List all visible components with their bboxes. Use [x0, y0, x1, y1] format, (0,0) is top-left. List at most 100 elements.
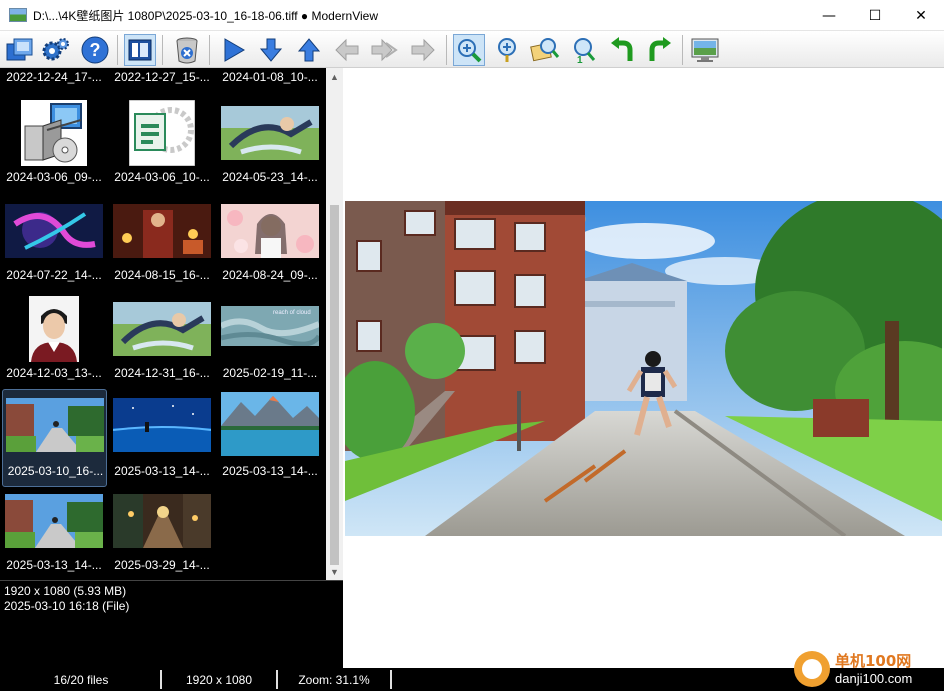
arrow-up-icon: [297, 38, 321, 62]
thumbnail-caption: 2025-02-19_11-...: [222, 366, 318, 380]
street-runner-thumbnail: [5, 398, 104, 452]
thumbnail-item[interactable]: 2024-07-22_14-...: [0, 194, 108, 292]
anime-girl-thumbnail: [113, 302, 211, 356]
svg-text:单机100网: 单机100网: [835, 652, 911, 670]
thumbnail-caption: 2025-03-13_14-...: [222, 464, 318, 478]
thumbnail-scrollbar[interactable]: ▲ ▼: [326, 68, 343, 580]
svg-text:reach of cloud: reach of cloud: [273, 310, 311, 316]
thumbnail-item[interactable]: 2025-03-13_14-...: [0, 488, 108, 580]
thumbnail-caption: 2024-03-06_09-...: [6, 170, 102, 184]
back-button: [331, 34, 363, 66]
thumbnail-item[interactable]: 2024-08-24_09-...: [216, 194, 324, 292]
pastel-girl-thumbnail: [221, 204, 319, 258]
thumbnail-caption: 2025-03-10_16-...: [7, 464, 104, 478]
scroll-down-arrow[interactable]: ▼: [326, 563, 343, 580]
browse-folders-button[interactable]: [4, 34, 36, 66]
zoom-fit-button[interactable]: [453, 34, 485, 66]
scroll-up-arrow[interactable]: ▲: [326, 68, 343, 85]
thumbnail-item[interactable]: 2024-08-15_16-...: [108, 194, 216, 292]
help-button[interactable]: ?: [79, 34, 111, 66]
zoom-options-button[interactable]: [529, 34, 561, 66]
zoom-out-button[interactable]: 1: [567, 34, 599, 66]
app-icon: [9, 8, 27, 22]
play-slideshow-button[interactable]: [217, 34, 249, 66]
image-date: 2025-03-10 16:18 (File): [4, 599, 130, 613]
play-icon: [224, 38, 245, 62]
street-runner-thumbnail: [5, 494, 103, 548]
thumbnail-item[interactable]: 2025-03-13_14-...: [108, 390, 216, 488]
id-photo-thumbnail: [29, 296, 79, 362]
trash-icon: [176, 37, 198, 64]
status-file-count: 16/20 files: [53, 672, 109, 687]
zoom-fit-icon: [458, 39, 482, 63]
toggle-panel-button[interactable]: [124, 34, 156, 66]
close-button[interactable]: ✕: [898, 0, 944, 31]
thumbnail-caption: 2024-01-08_10-...: [222, 70, 318, 84]
thumbnail-item[interactable]: 2024-03-06_10-...: [108, 96, 216, 194]
thumbnail-item[interactable]: 2024-05-23_14-...: [216, 96, 324, 194]
svg-text:danji100.com: danji100.com: [835, 671, 912, 686]
thumbnail-caption: 2024-08-24_09-...: [222, 268, 318, 282]
thumbnail-item[interactable]: 2024-12-03_13-...: [0, 292, 108, 390]
thumbnail-caption: 2024-07-22_14-...: [6, 268, 102, 282]
thumbnail-caption: 2022-12-27_15-...: [114, 70, 210, 84]
installer-icon: [21, 100, 87, 166]
monitor-icon: [691, 38, 719, 62]
mountain-lake-thumbnail: [221, 392, 319, 456]
rotate-left-icon: [611, 37, 633, 61]
zoom-in-icon: [498, 38, 516, 62]
anime-girl-thumbnail: [221, 106, 319, 160]
maximize-button[interactable]: ☐: [852, 0, 898, 31]
image-viewer[interactable]: [343, 68, 944, 668]
fullscreen-button[interactable]: [689, 34, 721, 66]
rotate-right-icon: [649, 37, 671, 61]
settings-button[interactable]: [40, 34, 72, 66]
zoom-in-button[interactable]: [491, 34, 523, 66]
rotate-right-button[interactable]: [644, 34, 676, 66]
main-image: [345, 201, 942, 536]
arrow-down-icon: [259, 38, 283, 62]
thumbnail-item[interactable]: 2025-03-29_14-...: [108, 488, 216, 580]
candle-portrait-thumbnail: [113, 204, 211, 258]
status-resolution: 1920 x 1080: [185, 672, 253, 687]
folders-icon: [6, 38, 33, 61]
scrollbar-thumb[interactable]: [330, 205, 339, 565]
thumbnail-item-selected[interactable]: 2025-03-10_16-...: [2, 389, 107, 487]
next-image-button[interactable]: [255, 34, 287, 66]
thumbnail-caption: 2025-03-29_14-...: [114, 558, 210, 572]
rotate-left-button[interactable]: [606, 34, 638, 66]
thumbnail-panel: 2022-12-24_17-... 2022-12-27_15-... 2024…: [0, 68, 343, 668]
cloud-texture-thumbnail: reach of cloud: [221, 306, 319, 346]
minimize-button[interactable]: —: [806, 0, 852, 31]
night-sky-thumbnail: [113, 398, 211, 452]
window-title: D:\...\4K壁纸图片 1080P\2025-03-10_16-18-06.…: [33, 8, 378, 23]
thumbnail-caption: 2024-12-31_16-...: [114, 366, 210, 380]
arrow-right-icon: [411, 38, 435, 62]
help-icon: ?: [81, 36, 109, 64]
title-bar: D:\...\4K壁纸图片 1080P\2025-03-10_16-18-06.…: [0, 0, 944, 31]
image-info-panel: 1920 x 1080 (5.93 MB) 2025-03-10 16:18 (…: [0, 580, 343, 668]
app-logo-thumbnail: [129, 100, 195, 166]
thumbnail-item[interactable]: 2025-03-13_14-...: [216, 390, 324, 488]
svg-text:1: 1: [577, 55, 583, 64]
delete-button[interactable]: [171, 34, 203, 66]
toolbar: ? 1: [0, 31, 944, 68]
forward-button: [369, 34, 401, 66]
thumbnail-item[interactable]: 2024-03-06_09-...: [0, 96, 108, 194]
forward-alt-button: [407, 34, 439, 66]
zoom-out-icon: 1: [574, 38, 596, 64]
thumbnail-caption: 2024-12-03_13-...: [6, 366, 102, 380]
thumbnail-caption: 2024-08-15_16-...: [114, 268, 210, 282]
zoom-picture-icon: [530, 38, 560, 62]
image-dimensions: 1920 x 1080 (5.93 MB): [4, 584, 127, 598]
thumbnail-caption: 2022-12-24_17-...: [6, 70, 102, 84]
thumbnail-item[interactable]: 2024-12-31_16-...: [108, 292, 216, 390]
thumbnail-caption: 2024-05-23_14-...: [222, 170, 318, 184]
previous-image-button[interactable]: [293, 34, 325, 66]
thumbnail-grid: 2022-12-24_17-... 2022-12-27_15-... 2024…: [0, 68, 326, 580]
neon-creature-thumbnail: [5, 204, 103, 258]
thumbnail-item[interactable]: reach of cloud 2025-02-19_11-...: [216, 292, 324, 390]
thumbnail-caption: 2024-03-06_10-...: [114, 170, 210, 184]
gears-icon: [42, 38, 69, 61]
site-watermark: 单机100网 danji100.com: [794, 651, 912, 687]
